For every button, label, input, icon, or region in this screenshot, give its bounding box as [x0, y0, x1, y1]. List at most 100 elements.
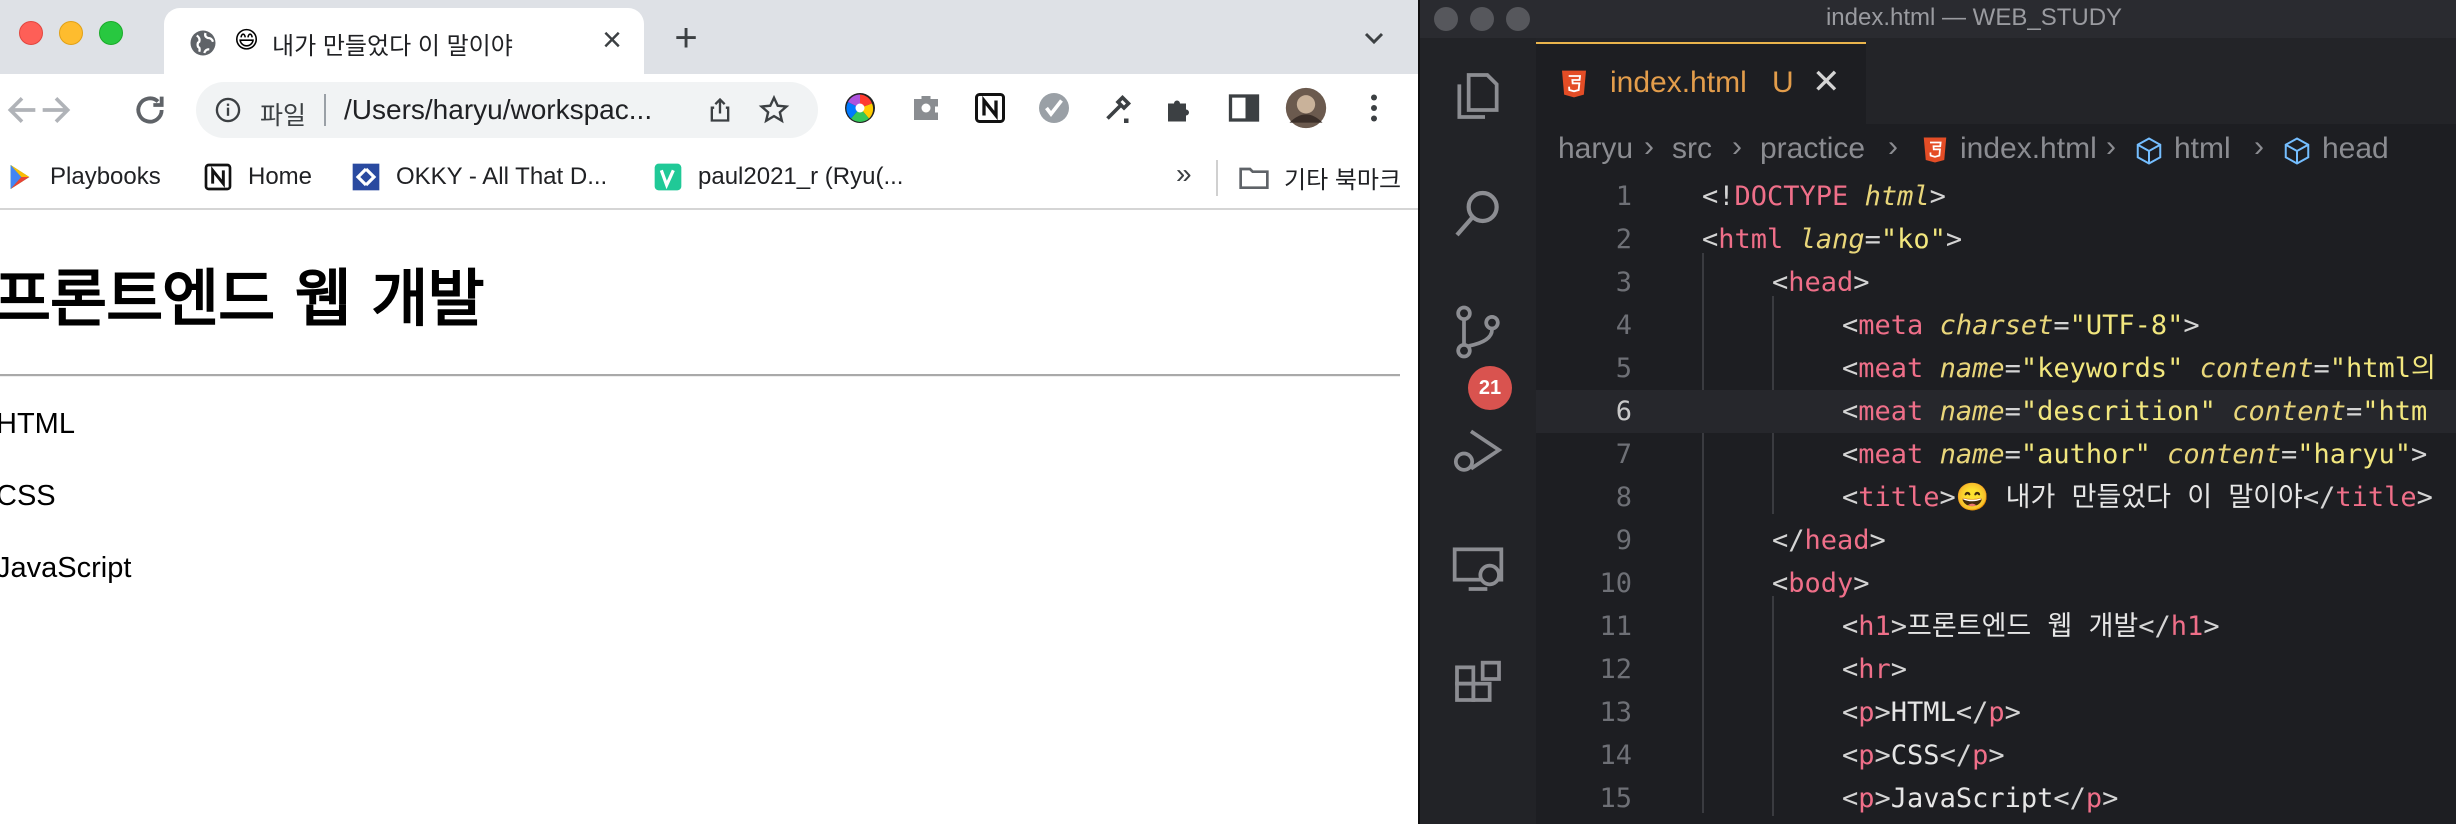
line-number: 12: [1599, 654, 1632, 685]
files-icon[interactable]: [1450, 68, 1506, 124]
sidepanel-icon[interactable]: [1226, 90, 1262, 126]
eyedropper-icon[interactable]: [1100, 90, 1136, 126]
bookmark-label: Playbooks: [50, 163, 161, 190]
line-number: 6: [1615, 396, 1632, 427]
url-text[interactable]: /Users/haryu/workspac...: [344, 94, 652, 126]
code-line[interactable]: 5 <meat name="keywords" content="html의: [1536, 347, 2456, 390]
line-number: 10: [1599, 568, 1632, 599]
code-line[interactable]: 3 <head>: [1536, 261, 2456, 304]
line-text: <title>😄 내가 만들었다 이 말이야</title>: [1842, 482, 2433, 513]
close-icon[interactable]: ×: [594, 22, 630, 58]
line-text: <!DOCTYPE html>: [1702, 181, 1946, 212]
line-text: <p>HTML</p>: [1842, 697, 2021, 728]
bookmark-home[interactable]: Home: [202, 158, 312, 196]
extensions-icon[interactable]: [1450, 658, 1506, 714]
avatar[interactable]: [1284, 86, 1328, 130]
bookmarks-overflow-button[interactable]: »: [1176, 158, 1192, 190]
breadcrumb-item[interactable]: src: [1672, 132, 1712, 166]
extension-icon[interactable]: [908, 90, 944, 126]
code-line[interactable]: 2 <html lang="ko">: [1536, 218, 2456, 261]
folder-icon: [1239, 167, 1269, 189]
line-text: <h1>프론트엔드 웹 개발</h1>: [1842, 611, 2220, 642]
code-line[interactable]: 7 <meat name="author" content="haryu">: [1536, 433, 2456, 476]
reload-icon[interactable]: [130, 90, 170, 130]
bookmark-playbooks[interactable]: Playbooks: [4, 158, 161, 196]
line-text: <p>CSS</p>: [1842, 740, 2005, 771]
line-text: <meta charset="UTF-8">: [1842, 310, 2200, 341]
breadcrumb-item[interactable]: haryu: [1558, 132, 1633, 166]
color-wheel-icon[interactable]: [842, 90, 878, 126]
code-line[interactable]: 10 <body>: [1536, 562, 2456, 605]
line-number: 2: [1615, 224, 1632, 255]
code-line[interactable]: 9 </head>: [1536, 519, 2456, 562]
line-number: 11: [1599, 611, 1632, 642]
plus-icon[interactable]: +: [666, 18, 706, 58]
line-number: 4: [1615, 310, 1632, 341]
source-control-icon[interactable]: [1450, 304, 1506, 360]
paragraph-javascript: JavaScript: [0, 552, 132, 584]
play-icon: [10, 165, 30, 189]
line-number: 3: [1615, 267, 1632, 298]
tab-title: 내가 만들었다 이 말이야: [272, 33, 513, 60]
divider: [1216, 160, 1218, 196]
code-line[interactable]: 15 <p>JavaScript</p>: [1536, 777, 2456, 820]
search-icon[interactable]: [1450, 186, 1506, 242]
line-number: 7: [1615, 439, 1632, 470]
code-line[interactable]: 14 <p>CSS</p>: [1536, 734, 2456, 777]
breadcrumb: haryu › src › practice › index.html › ht…: [1536, 124, 2456, 176]
line-number: 8: [1615, 482, 1632, 513]
notion-icon[interactable]: [972, 90, 1008, 126]
bookmark-okky[interactable]: OKKY - All That D...: [350, 158, 607, 196]
address-bar[interactable]: 파일 /Users/haryu/workspac...: [196, 82, 818, 138]
forward-icon[interactable]: [36, 90, 76, 130]
code-line[interactable]: 13 <p>HTML</p>: [1536, 691, 2456, 734]
close-icon[interactable]: ✕: [1812, 64, 1841, 100]
line-text: <meat name="author" content="haryu">: [1842, 439, 2428, 470]
puzzle-icon[interactable]: [1162, 90, 1198, 126]
paragraph-css: CSS: [0, 480, 56, 512]
other-bookmarks-label: 기타 북마크: [1284, 166, 1402, 194]
zoom-window-button[interactable]: [99, 21, 123, 45]
run-debug-icon[interactable]: [1450, 422, 1506, 478]
chevron-right-icon: ›: [1732, 130, 1742, 163]
code-line[interactable]: 4 <meta charset="UTF-8">: [1536, 304, 2456, 347]
code-line[interactable]: 11 <h1>프론트엔드 웹 개발</h1>: [1536, 605, 2456, 648]
editor-area: index.html U ✕ haryu › src › practice › …: [1536, 38, 2456, 824]
notion-icon: [204, 163, 232, 191]
close-window-button[interactable]: [19, 21, 43, 45]
breadcrumb-item[interactable]: practice: [1760, 132, 1865, 166]
html5-icon: [1562, 70, 1586, 98]
globe-icon: [190, 30, 216, 56]
code-line[interactable]: 1 <!DOCTYPE html>: [1536, 175, 2456, 218]
chevron-down-icon[interactable]: [1358, 22, 1390, 54]
remote-explorer-icon[interactable]: [1450, 540, 1506, 596]
star-icon[interactable]: [758, 94, 790, 126]
tab-filename: index.html: [1610, 66, 1747, 99]
editor-tabs: index.html U ✕: [1536, 38, 2456, 124]
chevron-right-icon: ›: [2106, 130, 2116, 163]
line-number: 13: [1599, 697, 1632, 728]
code-line-current[interactable]: 6 <meat name="descrition" content="htm: [1536, 390, 2456, 433]
info-icon[interactable]: [214, 96, 242, 124]
breadcrumb-item[interactable]: head: [2322, 132, 2389, 166]
editor-tab-index-html[interactable]: index.html U ✕: [1536, 42, 1866, 124]
share-icon[interactable]: [706, 96, 734, 124]
breadcrumb-item[interactable]: index.html: [1960, 132, 2097, 166]
untracked-status: U: [1772, 66, 1794, 99]
code-line[interactable]: 8 <title>😄 내가 만들었다 이 말이야</title>: [1536, 476, 2456, 519]
line-number: 15: [1599, 783, 1632, 814]
line-number: 5: [1615, 353, 1632, 384]
check-icon[interactable]: [1036, 90, 1072, 126]
line-text: </head>: [1772, 525, 1886, 556]
minimize-window-button[interactable]: [59, 21, 83, 45]
more-icon[interactable]: [1356, 90, 1392, 126]
line-number: 9: [1615, 525, 1632, 556]
line-text: <head>: [1772, 267, 1870, 298]
browser-tab-active[interactable]: 😄 내가 만들었다 이 말이야 ×: [164, 8, 644, 74]
other-bookmarks-folder[interactable]: 기타 북마크: [1238, 158, 1401, 196]
bookmark-velog[interactable]: paul2021_r (Ryu(...: [652, 158, 903, 196]
paragraph-html: HTML: [0, 408, 75, 440]
breadcrumb-item[interactable]: html: [2174, 132, 2231, 166]
code-line[interactable]: 12 <hr>: [1536, 648, 2456, 691]
code-editor[interactable]: 1 <!DOCTYPE html> 2 <html lang="ko"> 3 <…: [1536, 176, 2456, 824]
